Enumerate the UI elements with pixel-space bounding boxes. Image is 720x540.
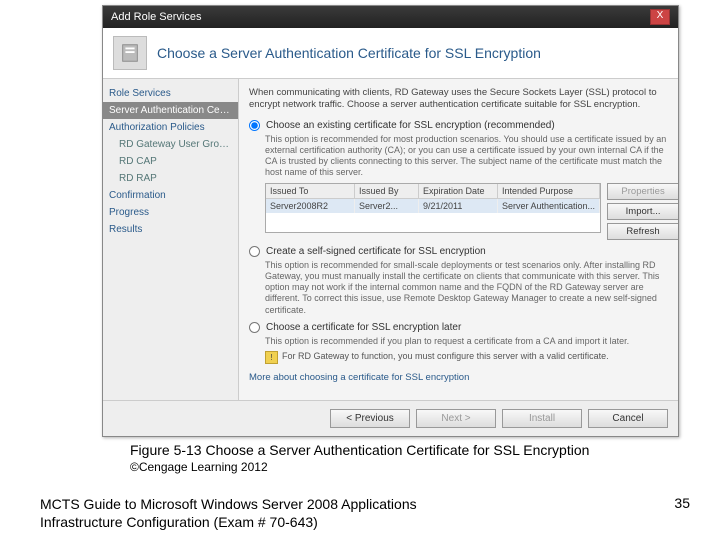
option-self-signed: Create a self-signed certificate for SSL… xyxy=(249,246,668,316)
sidebar-item-rd-rap[interactable]: RD RAP xyxy=(103,170,238,187)
intro-text: When communicating with clients, RD Gate… xyxy=(249,87,668,112)
option-later: Choose a certificate for SSL encryption … xyxy=(249,322,668,364)
col-issued-to: Issued To xyxy=(266,184,355,198)
copyright-text: ©Cengage Learning 2012 xyxy=(130,460,268,474)
dialog-body: Role Services Server Authentication Cert… xyxy=(103,79,678,400)
radio-self-signed[interactable] xyxy=(249,246,260,257)
cell-purpose: Server Authentication... xyxy=(498,199,600,213)
figure-caption: Figure 5-13 Choose a Server Authenticati… xyxy=(130,442,589,458)
warning-text: For RD Gateway to function, you must con… xyxy=(282,351,609,361)
title-bar: Add Role Services X xyxy=(103,6,678,28)
radio-existing-cert[interactable] xyxy=(249,120,260,131)
radio-later[interactable] xyxy=(249,322,260,333)
dialog-header: Choose a Server Authentication Certifica… xyxy=(103,28,678,79)
wizard-sidebar: Role Services Server Authentication Cert… xyxy=(103,79,239,400)
page-number: 35 xyxy=(674,495,690,511)
window-title: Add Role Services xyxy=(111,11,202,23)
sidebar-item-auth-policies[interactable]: Authorization Policies xyxy=(103,119,238,136)
certificate-table[interactable]: Issued To Issued By Expiration Date Inte… xyxy=(265,183,601,233)
sidebar-item-role-services[interactable]: Role Services xyxy=(103,85,238,102)
option-later-label: Choose a certificate for SSL encryption … xyxy=(266,322,461,333)
guide-line-2: Infrastructure Configuration (Exam # 70-… xyxy=(40,513,417,531)
table-row[interactable]: Server2008R2 Server2... 9/21/2011 Server… xyxy=(266,199,600,213)
sidebar-item-server-auth-cert[interactable]: Server Authentication Certificate xyxy=(103,102,238,119)
option-later-desc: This option is recommended if you plan t… xyxy=(265,336,668,347)
properties-button[interactable]: Properties xyxy=(607,183,678,200)
warning-icon: ! xyxy=(265,351,278,364)
cell-issued-by: Server2... xyxy=(355,199,419,213)
sidebar-item-confirmation[interactable]: Confirmation xyxy=(103,187,238,204)
previous-button[interactable]: < Previous xyxy=(330,409,410,428)
option-existing-cert-label: Choose an existing certificate for SSL e… xyxy=(266,120,555,131)
dialog-title: Choose a Server Authentication Certifica… xyxy=(157,45,541,61)
sidebar-item-rd-gateway-groups[interactable]: RD Gateway User Groups xyxy=(103,136,238,153)
option-self-signed-label: Create a self-signed certificate for SSL… xyxy=(266,246,486,257)
col-issued-by: Issued By xyxy=(355,184,419,198)
main-panel: When communicating with clients, RD Gate… xyxy=(239,79,678,400)
col-expiration: Expiration Date xyxy=(419,184,498,198)
cell-issued-to: Server2008R2 xyxy=(266,199,355,213)
import-button[interactable]: Import... xyxy=(607,203,678,220)
guide-line-1: MCTS Guide to Microsoft Windows Server 2… xyxy=(40,495,417,513)
install-button[interactable]: Install xyxy=(502,409,582,428)
header-icon xyxy=(113,36,147,70)
dialog-footer: < Previous Next > Install Cancel xyxy=(103,400,678,436)
sidebar-item-progress[interactable]: Progress xyxy=(103,204,238,221)
sidebar-item-results[interactable]: Results xyxy=(103,221,238,238)
option-self-signed-desc: This option is recommended for small-sca… xyxy=(265,260,668,316)
refresh-button[interactable]: Refresh xyxy=(607,223,678,240)
option-existing-cert: Choose an existing certificate for SSL e… xyxy=(249,120,668,240)
table-header: Issued To Issued By Expiration Date Inte… xyxy=(266,184,600,199)
cancel-button[interactable]: Cancel xyxy=(588,409,668,428)
col-purpose: Intended Purpose xyxy=(498,184,600,198)
sidebar-item-rd-cap[interactable]: RD CAP xyxy=(103,153,238,170)
close-button[interactable]: X xyxy=(650,9,670,25)
cell-expiration: 9/21/2011 xyxy=(419,199,498,213)
more-info-link[interactable]: More about choosing a certificate for SS… xyxy=(249,372,668,383)
next-button[interactable]: Next > xyxy=(416,409,496,428)
footer-guide: MCTS Guide to Microsoft Windows Server 2… xyxy=(40,495,417,531)
option-existing-cert-desc: This option is recommended for most prod… xyxy=(265,134,668,179)
wizard-dialog: Add Role Services X Choose a Server Auth… xyxy=(102,5,679,437)
